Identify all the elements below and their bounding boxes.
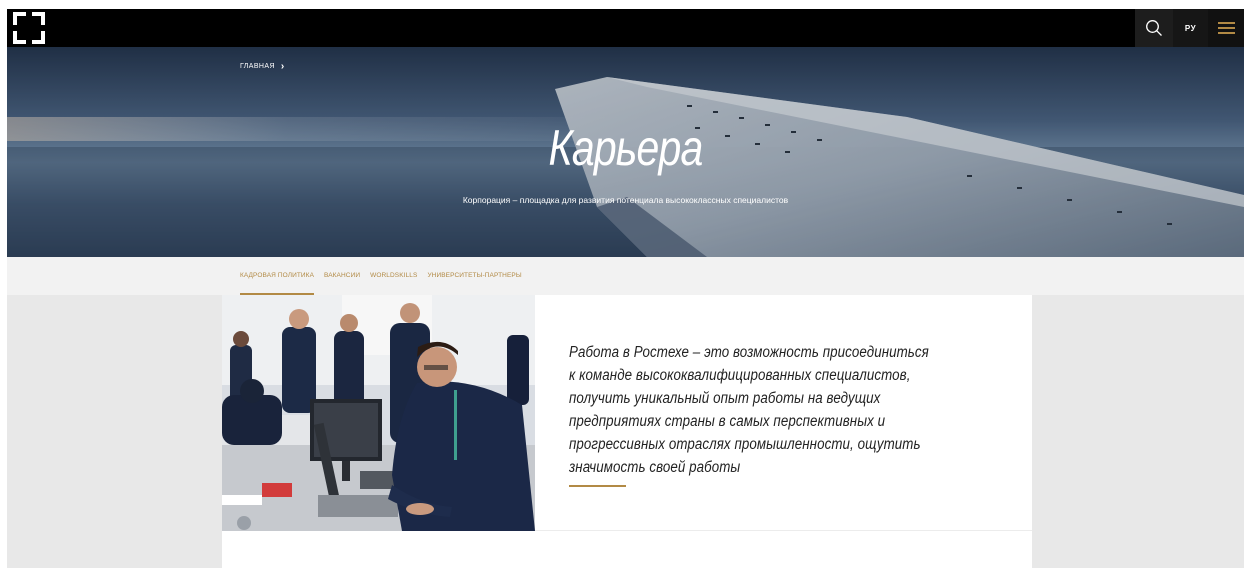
breadcrumb: ГЛАВНАЯ › xyxy=(240,61,285,72)
search-icon xyxy=(1146,20,1162,36)
quote-section: Работа в Ростехе – это возможность присо… xyxy=(535,295,1032,531)
page-title: Карьера xyxy=(548,120,703,176)
quote-underline xyxy=(569,485,626,487)
bracket-frame-logo-icon xyxy=(13,12,45,44)
breadcrumb-home-link[interactable]: ГЛАВНАЯ xyxy=(240,63,275,70)
header-actions: РУ xyxy=(1135,9,1244,47)
tab-list: КАДРОВАЯ ПОЛИТИКА ВАКАНСИИ WORLDSKILLS У… xyxy=(240,257,532,295)
top-bar: РУ xyxy=(7,9,1244,47)
menu-button[interactable] xyxy=(1208,9,1244,47)
tab-hr-policy[interactable]: КАДРОВАЯ ПОЛИТИКА xyxy=(240,257,324,295)
chevron-right-icon: › xyxy=(280,61,285,72)
tab-partner-universities[interactable]: УНИВЕРСИТЕТЫ-ПАРТНЕРЫ xyxy=(427,257,531,295)
people-at-computers-image xyxy=(222,295,535,531)
logo[interactable] xyxy=(13,12,45,44)
hamburger-menu-icon xyxy=(1217,19,1235,37)
tab-vacancies[interactable]: ВАКАНСИИ xyxy=(324,257,370,295)
section-tabs: КАДРОВАЯ ПОЛИТИКА ВАКАНСИИ WORLDSKILLS У… xyxy=(7,257,1244,295)
tab-worldskills[interactable]: WORLDSKILLS xyxy=(370,257,427,295)
hero-banner: ГЛАВНАЯ › Карьера Корпорация – площадка … xyxy=(7,47,1244,257)
page-subtitle: Корпорация – площадка для развития потен… xyxy=(462,195,789,205)
search-button[interactable] xyxy=(1135,9,1173,47)
page-viewport: РУ ГЛАВНАЯ › Карьера Корпорация – площад… xyxy=(7,9,1244,568)
language-switch[interactable]: РУ xyxy=(1173,9,1208,47)
team-photo xyxy=(222,295,535,531)
quote-text: Работа в Ростехе – это возможность присо… xyxy=(569,344,929,476)
content-card: Работа в Ростехе – это возможность присо… xyxy=(222,295,1032,568)
